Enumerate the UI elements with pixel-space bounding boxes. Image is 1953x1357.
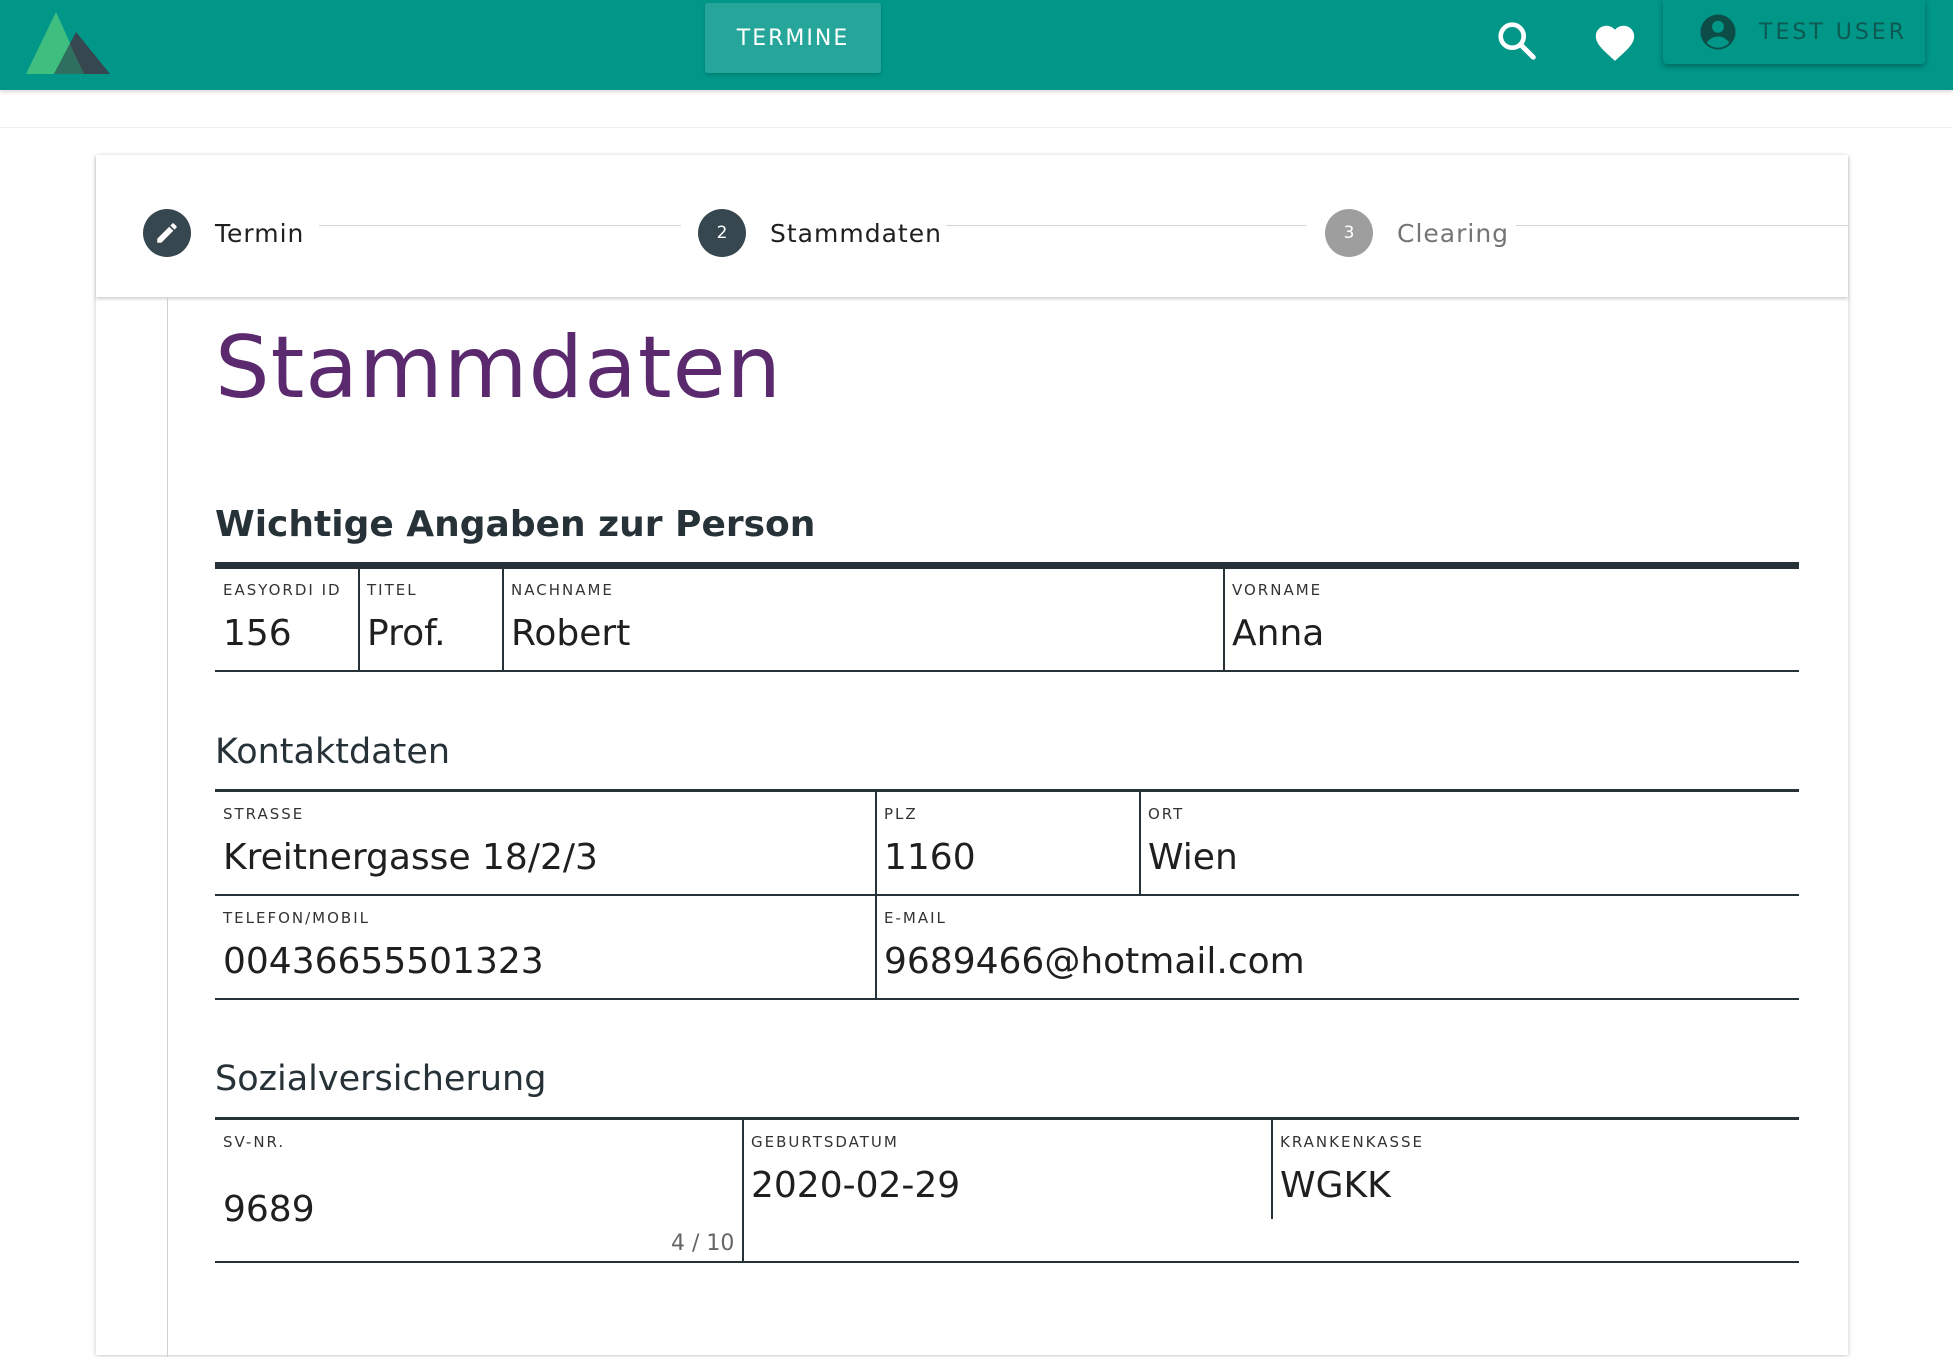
field-underline [215,1261,1799,1263]
field-ort[interactable]: ORT Wien [1140,791,1799,894]
field-label: KRANKENKASSE [1280,1133,1425,1151]
field-label: GEBURTSDATUM [751,1133,899,1151]
user-menu-button[interactable]: TEST USER [1663,0,1925,64]
field-value: WGKK [1280,1165,1391,1206]
field-label: TITEL [367,581,418,599]
field-label: NACHNAME [511,581,614,599]
field-value: Prof. [367,613,446,654]
account-circle-icon [1700,14,1736,50]
field-plz[interactable]: PLZ 1160 [876,791,1138,894]
field-krankenkasse[interactable]: KRANKENKASSE WGKK [1272,1119,1799,1219]
field-underline [215,998,1799,1000]
field-geburtsdatum[interactable]: GEBURTSDATUM 2020-02-29 [743,1119,1271,1219]
top-app-bar: TERMINE TEST USER [0,0,1953,90]
stammdaten-card: Termin 2 Stammdaten 3 Clearing Stammdate… [96,155,1848,1357]
field-label: ORT [1148,805,1185,823]
field-label: STRASSE [223,805,305,823]
step-clearing-label: Clearing [1397,218,1510,248]
field-value: Robert [511,613,631,654]
field-value: 1160 [884,837,976,878]
step-termin-circle [143,209,191,257]
step-clearing[interactable]: 3 Clearing [1325,209,1509,257]
field-strasse[interactable]: STRASSE Kreitnergasse 18/2/3 [215,791,875,894]
field-value: 9689466@hotmail.com [884,941,1305,982]
field-label: TELEFON/MOBIL [223,909,371,927]
step-connector [1516,225,1848,226]
heart-icon[interactable] [1592,20,1638,66]
step-stammdaten[interactable]: 2 Stammdaten [698,209,942,257]
field-value: 156 [223,613,292,654]
field-email[interactable]: E-MAIL 9689466@hotmail.com [876,895,1799,998]
field-easyordi-id[interactable]: EASYORDI ID 156 [215,567,358,670]
field-label: EASYORDI ID [223,581,342,599]
field-value: Kreitnergasse 18/2/3 [223,837,598,878]
stepper: Termin 2 Stammdaten 3 Clearing [96,155,1848,297]
termine-nav-button[interactable]: TERMINE [705,3,881,73]
field-label: VORNAME [1232,581,1323,599]
step-clearing-circle: 3 [1325,209,1373,257]
field-nachname[interactable]: NACHNAME Robert [503,567,1223,670]
field-sv-nr[interactable]: SV-NR. 9689 4 / 10 [215,1119,742,1261]
field-label: PLZ [884,805,918,823]
section-title-insurance: Sozialversicherung [215,1059,547,1099]
field-value: 9689 [223,1189,315,1230]
field-value: Wien [1148,837,1238,878]
field-value: 2020-02-29 [751,1165,961,1206]
page-title: Stammdaten [215,318,782,418]
step-termin-label: Termin [215,218,305,248]
app-logo-icon[interactable] [18,8,118,78]
field-value: 00436655501323 [223,941,544,982]
step-termin[interactable]: Termin [143,209,304,257]
field-label: E-MAIL [884,909,947,927]
field-titel[interactable]: TITEL Prof. [359,567,502,670]
field-label: SV-NR. [223,1133,286,1151]
divider [0,127,1953,128]
field-underline [215,670,1799,672]
step-stammdaten-circle: 2 [698,209,746,257]
step-connector [319,225,681,226]
content-left-rule [167,297,168,1357]
character-counter: 4 / 10 [671,1231,735,1256]
section-title-person: Wichtige Angaben zur Person [215,504,816,545]
field-vorname[interactable]: VORNAME Anna [1224,567,1799,670]
step-stammdaten-label: Stammdaten [770,218,942,248]
pencil-icon [157,223,177,243]
search-icon[interactable] [1494,18,1540,64]
field-value: Anna [1232,613,1325,654]
section-title-contact: Kontaktdaten [215,732,451,772]
field-telefon[interactable]: TELEFON/MOBIL 00436655501323 [215,895,875,998]
step-connector [946,225,1306,226]
user-name-label: TEST USER [1759,19,1907,45]
